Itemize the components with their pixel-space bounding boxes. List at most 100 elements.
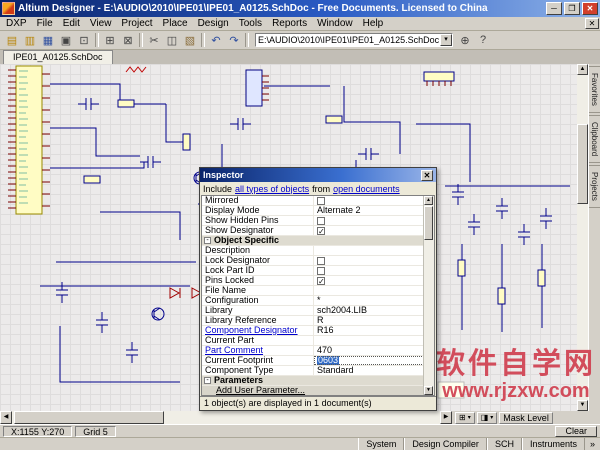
inspector-row-object-specific[interactable]: - Object Specific — [202, 236, 424, 246]
copy-icon[interactable]: ◫ — [163, 32, 181, 48]
redo-icon[interactable]: ↷ — [225, 32, 243, 48]
row-value[interactable] — [314, 256, 424, 265]
inspector-row-current-footprint[interactable]: Current Footprint 0603 — [202, 356, 424, 366]
open-project-icon[interactable]: ▤ — [3, 32, 21, 48]
clear-button[interactable]: Clear — [555, 425, 597, 437]
inspector-row-configuration[interactable]: Configuration * — [202, 296, 424, 306]
scroll-up-icon[interactable]: ▲ — [577, 64, 588, 75]
inspector-row-lock-designator[interactable]: Lock Designator — [202, 256, 424, 266]
combo-dropdown-icon[interactable]: ▾ — [440, 34, 452, 46]
help-icon[interactable]: ? — [474, 32, 492, 48]
inspector-close-icon[interactable]: ✕ — [421, 169, 433, 181]
close-button[interactable]: ✕ — [582, 2, 598, 15]
row-value[interactable]: ✓ — [314, 276, 424, 285]
inspector-row-description[interactable]: Description — [202, 246, 424, 256]
inspector-row-file-name[interactable]: File Name — [202, 286, 424, 296]
inspector-row-display-mode[interactable]: Display Mode Alternate 2 — [202, 206, 424, 216]
include-documents-link[interactable]: open documents — [333, 184, 400, 194]
checkbox-checked-icon[interactable]: ✓ — [317, 276, 325, 285]
add-parameter-link[interactable]: Add User Parameter... — [202, 386, 305, 395]
menu-item-tools[interactable]: Tools — [234, 17, 267, 30]
menu-item-reports[interactable]: Reports — [267, 17, 312, 30]
open-document-icon[interactable]: ▥ — [21, 32, 39, 48]
row-value[interactable]: * — [314, 296, 424, 305]
checkbox-checked-icon[interactable]: ✓ — [317, 226, 325, 235]
tab-ipe01-a0125-schdoc[interactable]: IPE01_A0125.SchDoc — [3, 50, 113, 64]
menu-item-file[interactable]: File — [32, 17, 58, 30]
zoom-fit-icon[interactable]: ⊠ — [119, 32, 137, 48]
print-preview-icon[interactable]: ⊡ — [75, 32, 93, 48]
side-tab-favorites[interactable]: Favorites — [589, 66, 600, 113]
side-tab-clipboard[interactable]: Clipboard — [589, 114, 600, 164]
scroll-down-icon[interactable]: ▼ — [577, 400, 588, 411]
print-icon[interactable]: ▣ — [57, 32, 75, 48]
row-value[interactable]: 470 — [314, 346, 424, 355]
inspector-row-component-designator[interactable]: Component Designator R16 — [202, 326, 424, 336]
panel-button-instruments[interactable]: Instruments — [521, 438, 585, 450]
cut-icon[interactable]: ✂ — [145, 32, 163, 48]
side-tab-projects[interactable]: Projects — [589, 165, 600, 209]
inspector-row-show-hidden-pins[interactable]: Show Hidden Pins — [202, 216, 424, 226]
collapse-icon[interactable]: - — [204, 377, 211, 384]
inspector-row-library[interactable]: Library sch2004.LIB — [202, 306, 424, 316]
mask-level-button[interactable]: Mask Level — [499, 411, 553, 424]
checkbox-unchecked-icon[interactable] — [317, 266, 325, 275]
inspector-scroll-up-icon[interactable]: ▲ — [424, 196, 433, 205]
title-bar[interactable]: Altium Designer - E:\AUDIO\2010\IPE01\IP… — [0, 0, 600, 17]
cross-probe-icon[interactable]: ⊕ — [456, 32, 474, 48]
row-value[interactable] — [314, 266, 424, 275]
row-value[interactable]: 0603 — [314, 356, 424, 365]
maximize-button[interactable]: ❐ — [564, 2, 580, 15]
paste-icon[interactable]: ▧ — [181, 32, 199, 48]
inspector-scrollbar[interactable]: ▲ ▼ — [423, 196, 434, 395]
document-close-icon[interactable]: ✕ — [585, 18, 599, 29]
row-value[interactable]: ✓ — [314, 226, 424, 235]
row-value[interactable] — [314, 286, 424, 295]
panel-button-design-compiler[interactable]: Design Compiler — [404, 438, 487, 450]
row-value[interactable] — [314, 216, 424, 225]
menu-item-window[interactable]: Window — [312, 17, 358, 30]
inspector-title-bar[interactable]: Inspector ✕ — [200, 168, 436, 182]
row-value[interactable]: sch2004.LIB — [314, 306, 424, 315]
menu-item-design[interactable]: Design — [193, 17, 234, 30]
row-value[interactable]: Alternate 2 — [314, 206, 424, 215]
vertical-scrollbar[interactable]: ▲ ▼ — [577, 64, 588, 411]
inspector-row-current-part[interactable]: Current Part — [202, 336, 424, 346]
inspector-row-library-reference[interactable]: Library Reference R — [202, 316, 424, 326]
zoom-window-icon[interactable]: ⊞ — [101, 32, 119, 48]
include-object-types-link[interactable]: all types of objects — [235, 184, 309, 194]
row-value[interactable] — [314, 196, 424, 205]
menu-item-view[interactable]: View — [85, 17, 117, 30]
row-value[interactable]: Standard — [314, 366, 424, 375]
horizontal-scroll-thumb[interactable] — [14, 411, 164, 424]
highlight-dropdown-button[interactable]: ◨ ▾ — [476, 411, 498, 424]
menu-item-dxp[interactable]: DXP — [1, 17, 32, 30]
inspector-row-lock-part-id[interactable]: Lock Part ID — [202, 266, 424, 276]
collapse-icon[interactable]: - — [204, 237, 211, 244]
inspector-row-mirrored[interactable]: Mirrored — [202, 196, 424, 206]
menu-item-edit[interactable]: Edit — [58, 17, 85, 30]
panel-overflow-icon[interactable]: » — [585, 439, 600, 449]
panel-button-sch[interactable]: SCH — [486, 438, 522, 450]
horizontal-scrollbar[interactable]: ◀ ▶ — [0, 411, 452, 424]
minimize-button[interactable]: ─ — [546, 2, 562, 15]
menu-item-project[interactable]: Project — [116, 17, 157, 30]
inspector-row-add-user-parameter[interactable]: Add User Parameter... — [202, 386, 424, 395]
menu-item-place[interactable]: Place — [158, 17, 193, 30]
row-value[interactable]: R16 — [314, 326, 424, 335]
menu-item-help[interactable]: Help — [358, 17, 389, 30]
inspector-row-pins-locked[interactable]: Pins Locked ✓ — [202, 276, 424, 286]
row-value[interactable]: R — [314, 316, 424, 325]
save-icon[interactable]: ▦ — [39, 32, 57, 48]
row-value[interactable] — [314, 246, 424, 255]
undo-icon[interactable]: ↶ — [207, 32, 225, 48]
row-value[interactable] — [314, 336, 424, 345]
inspector-scroll-thumb[interactable] — [424, 206, 433, 240]
panel-button-system[interactable]: System — [358, 438, 405, 450]
checkbox-unchecked-icon[interactable] — [317, 256, 325, 265]
inspector-row-part-comment[interactable]: Part Comment 470 — [202, 346, 424, 356]
scroll-left-icon[interactable]: ◀ — [0, 411, 12, 424]
checkbox-unchecked-icon[interactable] — [317, 216, 325, 225]
vertical-scroll-thumb[interactable] — [577, 124, 588, 204]
inspector-scroll-down-icon[interactable]: ▼ — [424, 386, 433, 395]
